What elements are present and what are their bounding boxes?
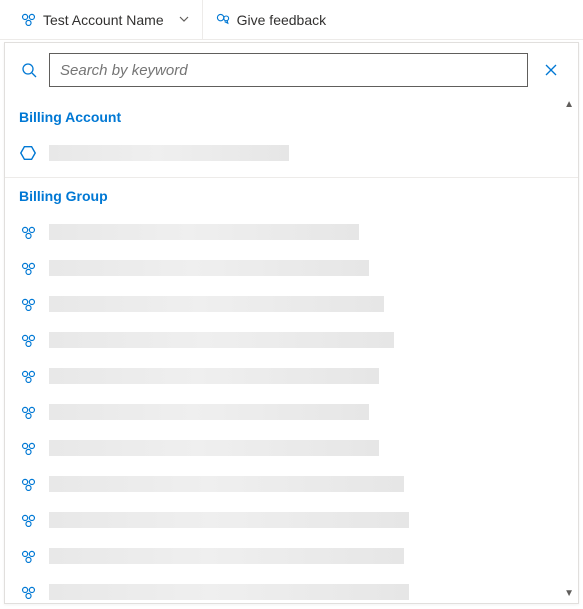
search-input[interactable] <box>60 62 517 79</box>
redacted-text <box>49 512 409 528</box>
redacted-text <box>49 260 369 276</box>
group-icon <box>19 511 37 529</box>
chevron-down-icon <box>178 12 190 28</box>
search-box[interactable] <box>49 53 528 87</box>
redacted-text <box>49 296 384 312</box>
redacted-text <box>49 332 394 348</box>
group-icon <box>19 547 37 565</box>
redacted-text <box>49 440 379 456</box>
redacted-text <box>49 584 409 600</box>
redacted-text <box>49 548 404 564</box>
group-icon <box>19 331 37 349</box>
hexagon-icon <box>19 144 37 162</box>
group-icon <box>19 223 37 241</box>
account-label: Test Account Name <box>43 12 164 28</box>
close-icon <box>543 62 559 78</box>
search-row <box>5 43 578 97</box>
billing-group-item[interactable] <box>5 574 578 603</box>
group-icon <box>20 11 37 28</box>
billing-group-item[interactable] <box>5 538 578 574</box>
redacted-text <box>49 368 379 384</box>
billing-group-item[interactable] <box>5 502 578 538</box>
account-dropdown[interactable]: Test Account Name <box>8 0 203 39</box>
billing-group-item[interactable] <box>5 430 578 466</box>
group-icon <box>19 259 37 277</box>
billing-group-item[interactable] <box>5 286 578 322</box>
redacted-text <box>49 145 289 161</box>
group-icon <box>19 295 37 313</box>
billing-group-item[interactable] <box>5 394 578 430</box>
billing-group-item[interactable] <box>5 250 578 286</box>
redacted-text <box>49 476 404 492</box>
section-billing-account-header: Billing Account <box>5 101 578 135</box>
search-icon <box>15 62 43 78</box>
group-icon <box>19 403 37 421</box>
give-feedback-button[interactable]: Give feedback <box>203 0 339 39</box>
feedback-label: Give feedback <box>237 12 327 28</box>
results-scroll[interactable]: Billing Account Billing Group <box>5 97 578 603</box>
clear-button[interactable] <box>534 53 568 87</box>
feedback-icon <box>215 12 231 28</box>
redacted-text <box>49 224 359 240</box>
group-icon <box>19 367 37 385</box>
top-bar: Test Account Name Give feedback <box>0 0 583 40</box>
billing-group-item[interactable] <box>5 322 578 358</box>
billing-account-item[interactable] <box>5 135 578 171</box>
group-icon <box>19 583 37 601</box>
redacted-text <box>49 404 369 420</box>
scope-picker-panel: ▲ ▼ Billing Account Billing Group <box>4 42 579 604</box>
group-icon <box>19 439 37 457</box>
billing-group-item[interactable] <box>5 466 578 502</box>
group-icon <box>19 475 37 493</box>
divider <box>5 177 578 178</box>
billing-group-item[interactable] <box>5 358 578 394</box>
section-billing-group-header: Billing Group <box>5 180 578 214</box>
billing-group-item[interactable] <box>5 214 578 250</box>
